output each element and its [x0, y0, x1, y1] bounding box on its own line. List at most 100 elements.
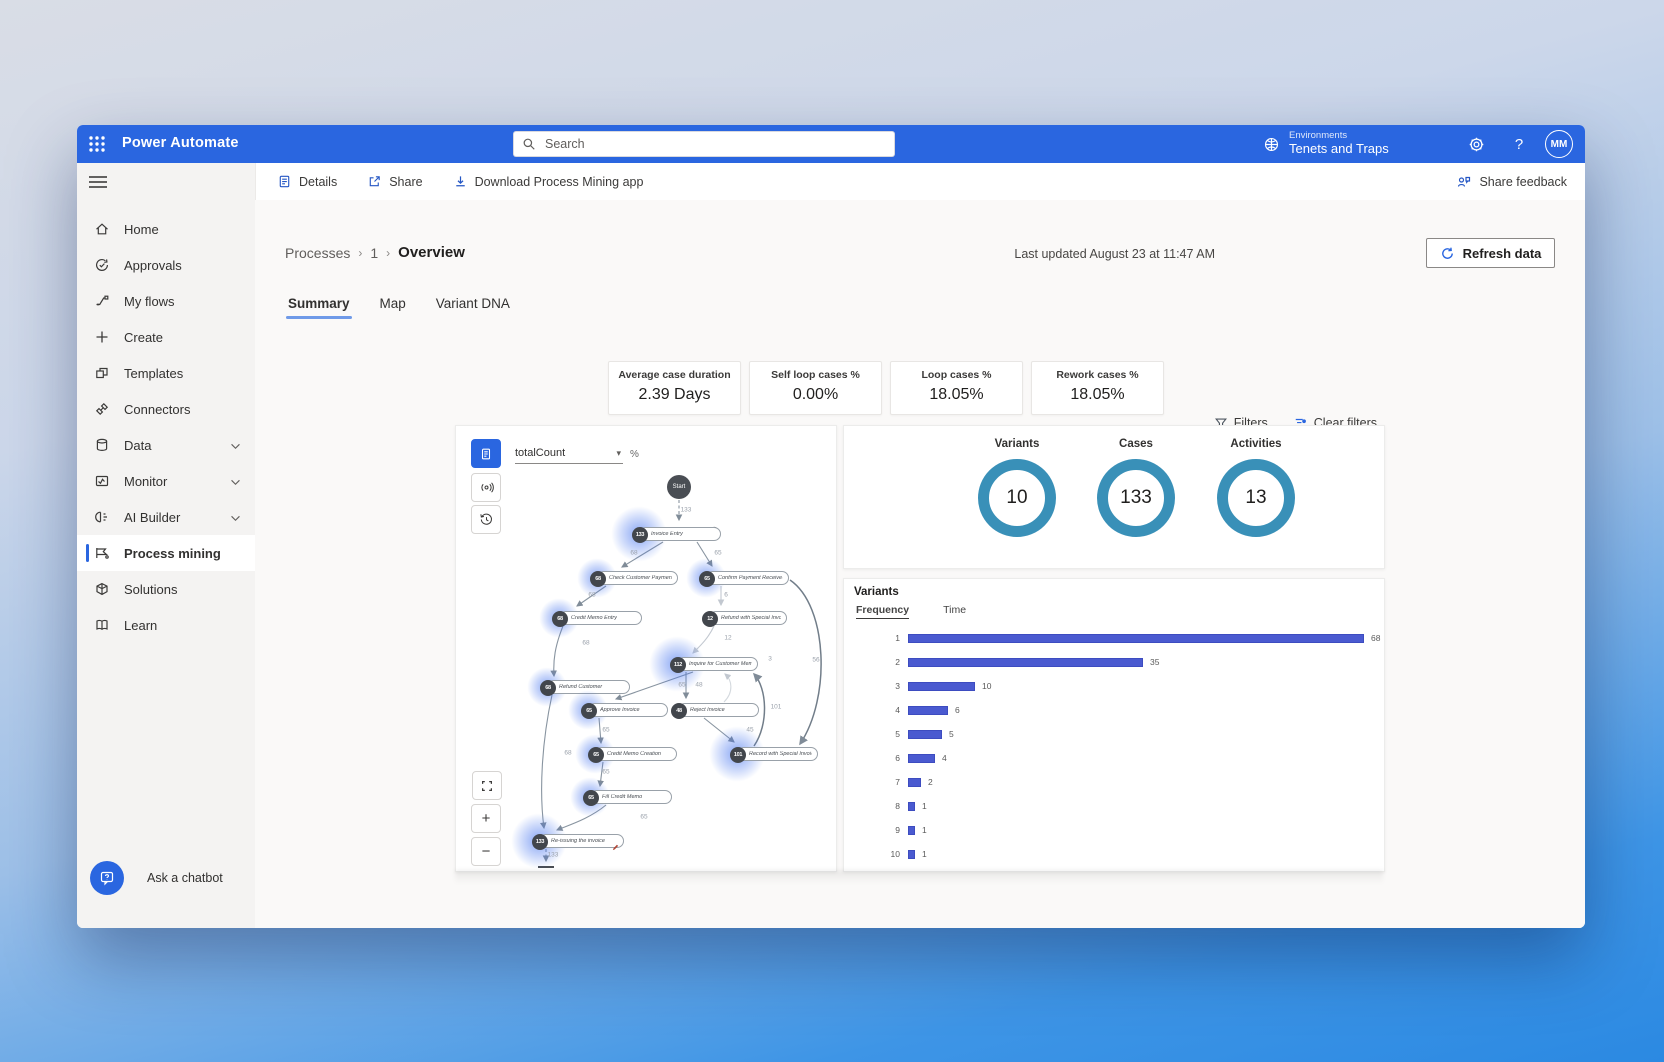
variant-rank-label: 2: [844, 657, 900, 667]
edge-count-label: 65: [602, 769, 609, 776]
stat-ring: 10: [978, 459, 1056, 537]
tab-variant-dna[interactable]: Variant DNA: [434, 292, 512, 319]
map-node-reject-invoice[interactable]: 48Reject Invoice: [678, 703, 759, 717]
sidebar-item-templates[interactable]: Templates: [77, 355, 255, 391]
node-count-badge: 48: [671, 703, 687, 719]
map-node-inquire-for-customer-memo[interactable]: 112Inquire for Customer Memo: [677, 657, 758, 671]
map-start-node: Start: [667, 475, 691, 499]
map-node-credit-memo-creation[interactable]: 65Credit Memo Creation: [595, 747, 677, 761]
variants-tab-time[interactable]: Time: [943, 604, 966, 619]
sidebar-item-label: Templates: [124, 366, 183, 381]
stat-value: 10: [1006, 487, 1027, 509]
search-icon: [522, 137, 536, 151]
variant-bar[interactable]: [908, 850, 915, 859]
share-feedback-button[interactable]: Share feedback: [1456, 174, 1567, 190]
map-node-record-with-special-invoice[interactable]: 101Record with Special Invoice: [737, 747, 818, 761]
variant-bar[interactable]: [908, 754, 935, 763]
edge-count-label: 56: [812, 657, 819, 664]
variant-bar[interactable]: [908, 778, 921, 787]
environment-picker[interactable]: Environments Tenets and Traps: [1263, 125, 1389, 163]
chevron-down-icon: [230, 510, 241, 525]
map-node-refund-customer[interactable]: 68Refund Customer: [547, 680, 630, 694]
app-window: Power Automate Environments Tenets and T…: [77, 125, 1585, 928]
page-title: Overview: [398, 244, 465, 261]
node-count-badge: 133: [632, 527, 648, 543]
sidebar-item-label: Home: [124, 222, 159, 237]
variant-bar[interactable]: [908, 826, 915, 835]
help-icon[interactable]: ?: [1502, 125, 1536, 163]
approvals-icon: [94, 257, 111, 274]
map-node-fill-credit-memo[interactable]: 65Fill Credit Memo: [590, 790, 672, 804]
command-item-label: Download Process Mining app: [475, 175, 644, 189]
map-node-check-customer-payment[interactable]: 68Check Customer Payment: [597, 571, 678, 585]
search-input[interactable]: [543, 136, 886, 152]
hamburger-menu-icon[interactable]: [88, 174, 108, 190]
variant-bar[interactable]: [908, 682, 975, 691]
environment-icon: [1263, 136, 1280, 153]
edge-count-label: 3: [768, 656, 772, 663]
variant-rank-label: 5: [844, 729, 900, 739]
breadcrumb-processes[interactable]: Processes: [285, 245, 350, 261]
variant-bar[interactable]: [908, 634, 1364, 643]
sidebar-item-solutions[interactable]: Solutions: [77, 571, 255, 607]
settings-gear-icon[interactable]: [1459, 125, 1493, 163]
map-node-re-issuing-the-invoice[interactable]: 133Re-issuing the invoice: [539, 834, 624, 848]
sidebar-item-monitor[interactable]: Monitor: [77, 463, 255, 499]
stat-activities: Activities13: [1186, 426, 1326, 537]
kpi-value: 18.05%: [891, 386, 1022, 404]
sidebar-nav: Home ApprovalsMy flowsCreate Templates Conn…: [77, 211, 255, 643]
variant-row: 91: [844, 818, 1384, 842]
variant-bar[interactable]: [908, 706, 948, 715]
map-node-refund-with-special-invoice[interactable]: 12Refund with Special Invoice: [709, 611, 787, 625]
tab-summary[interactable]: Summary: [286, 292, 352, 319]
sidebar: Home ApprovalsMy flowsCreate Templates Conn…: [77, 163, 256, 928]
map-zoom-out-button[interactable]: −: [471, 837, 501, 866]
chatbot-button[interactable]: Ask a chatbot: [77, 856, 255, 900]
command-share-button[interactable]: Share: [367, 174, 422, 189]
sidebar-item-data[interactable]: Data: [77, 427, 255, 463]
map-node-credit-memo-entry[interactable]: 68Credit Memo Entry: [559, 611, 642, 625]
sidebar-item-process-mining[interactable]: Process mining: [77, 535, 255, 571]
variant-bar[interactable]: [908, 730, 942, 739]
kpi-card: Average case duration2.39 Days: [608, 361, 741, 415]
kpi-card: Loop cases %18.05%: [890, 361, 1023, 415]
sidebar-item-label: Learn: [124, 618, 157, 633]
command-bar: DetailsShareDownload Process Mining app …: [255, 163, 1585, 200]
app-title: Power Automate: [122, 135, 239, 151]
command-download-button[interactable]: Download Process Mining app: [453, 174, 644, 189]
variants-panel: Variants FrequencyTime 16823531046556472…: [843, 578, 1385, 872]
waffle-menu-icon[interactable]: [88, 135, 106, 153]
sidebar-item-label: AI Builder: [124, 510, 180, 525]
sidebar-item-approvals[interactable]: Approvals: [77, 247, 255, 283]
sidebar-item-learn[interactable]: Learn: [77, 607, 255, 643]
feedback-icon: [1456, 174, 1472, 190]
sidebar-item-create[interactable]: Create: [77, 319, 255, 355]
map-node-approve-invoice[interactable]: 65Approve Invoice: [588, 703, 668, 717]
map-node-confirm-payment-received[interactable]: 65Confirm Payment Received: [706, 571, 789, 585]
tab-map[interactable]: Map: [378, 292, 408, 319]
node-label: Credit Memo Creation: [607, 751, 661, 757]
details-icon: [277, 174, 292, 189]
edge-count-label: 65: [640, 814, 647, 821]
avatar[interactable]: MM: [1545, 130, 1573, 158]
refresh-data-button[interactable]: Refresh data: [1426, 238, 1555, 268]
sidebar-item-home[interactable]: Home: [77, 211, 255, 247]
edge-count-label: 68: [582, 640, 589, 647]
map-zoom-in-button[interactable]: +: [471, 804, 501, 833]
map-node-invoice-entry[interactable]: 133Invoice Entry: [639, 527, 721, 541]
variant-bar[interactable]: [908, 658, 1143, 667]
search-box[interactable]: [513, 131, 895, 157]
variant-bar[interactable]: [908, 802, 915, 811]
map-fullscreen-button[interactable]: [472, 771, 502, 800]
edge-count-label: 68: [630, 550, 637, 557]
command-item-label: Share: [389, 175, 422, 189]
variant-row: 72: [844, 770, 1384, 794]
variants-tab-frequency[interactable]: Frequency: [856, 604, 909, 619]
breadcrumb-process-id[interactable]: 1: [370, 245, 378, 261]
sidebar-item-my-flows[interactable]: My flows: [77, 283, 255, 319]
sidebar-item-ai-builder[interactable]: AI Builder: [77, 499, 255, 535]
sidebar-item-connectors[interactable]: Connectors: [77, 391, 255, 427]
node-count-badge: 65: [588, 747, 604, 763]
command-details-button[interactable]: Details: [277, 174, 337, 189]
sidebar-item-label: Data: [124, 438, 151, 453]
